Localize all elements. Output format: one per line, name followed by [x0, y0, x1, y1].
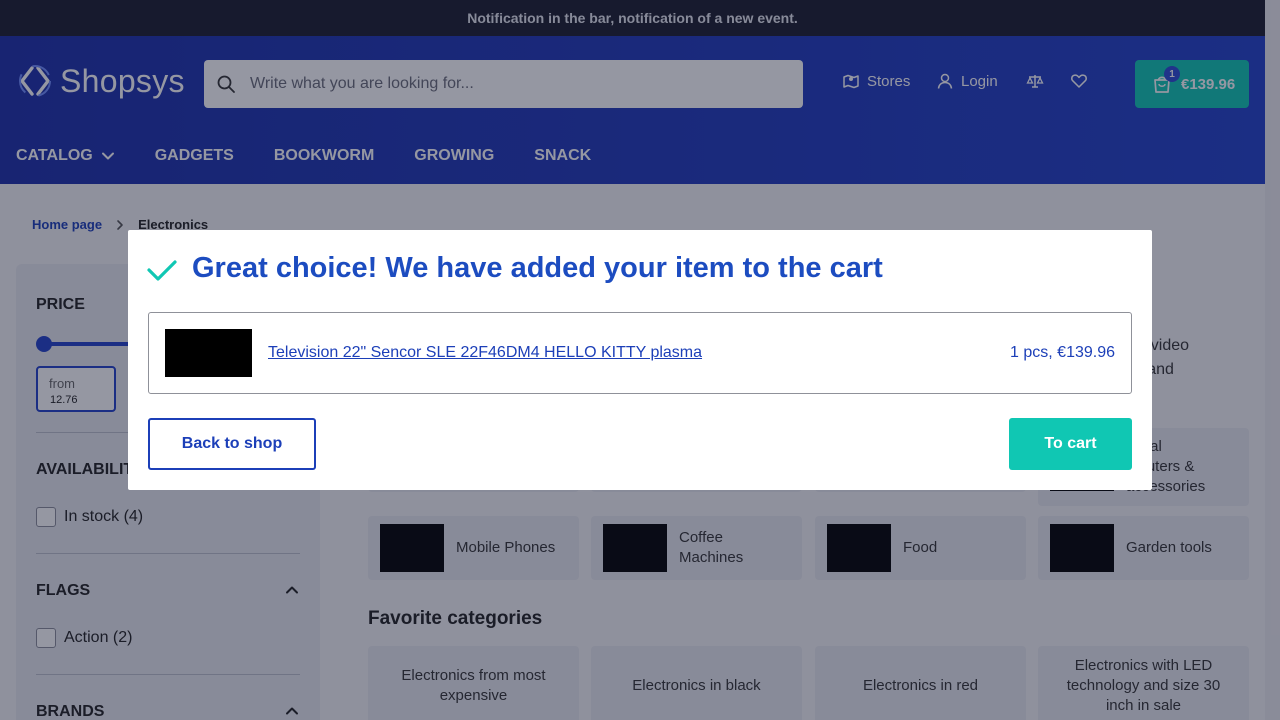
- added-to-cart-dialog: Great choice! We have added your item to…: [128, 230, 1152, 490]
- product-quantity-price: 1 pcs, €139.96: [1010, 344, 1115, 361]
- product-image[interactable]: [165, 329, 252, 377]
- to-cart-button[interactable]: To cart: [1009, 418, 1132, 470]
- back-to-shop-button[interactable]: Back to shop: [148, 418, 316, 470]
- checkmark-icon: [147, 260, 177, 281]
- product-name-link[interactable]: Television 22" Sencor SLE 22F46DM4 HELLO…: [268, 344, 702, 362]
- added-product-row: Television 22" Sencor SLE 22F46DM4 HELLO…: [148, 312, 1132, 394]
- dialog-title: Great choice! We have added your item to…: [192, 252, 883, 284]
